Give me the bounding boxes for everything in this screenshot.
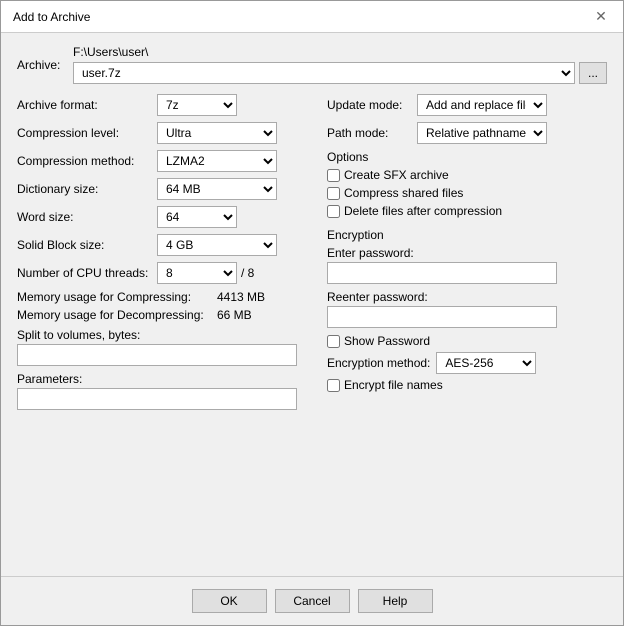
reenter-password-label: Reenter password: xyxy=(327,290,607,304)
reenter-password-input[interactable] xyxy=(327,306,557,328)
create-sfx-checkbox[interactable] xyxy=(327,169,340,182)
params-section: Parameters: xyxy=(17,372,317,410)
encrypt-names-checkbox[interactable] xyxy=(327,379,340,392)
word-size-select[interactable]: 64 xyxy=(157,206,237,228)
update-mode-label: Update mode: xyxy=(327,98,417,112)
options-title: Options xyxy=(327,150,607,164)
encryption-section: Encryption Enter password: Reenter passw… xyxy=(327,228,607,392)
compression-level-row: Compression level: Ultra xyxy=(17,122,317,144)
delete-after-row: Delete files after compression xyxy=(327,204,607,218)
encryption-method-label: Encryption method: xyxy=(327,356,430,370)
cancel-button[interactable]: Cancel xyxy=(275,589,350,613)
dialog-content: Archive: F:\Users\user\ user.7z ... Arch… xyxy=(1,33,623,576)
memory-compress-value: 4413 MB xyxy=(217,290,265,304)
archive-filename-select[interactable]: user.7z xyxy=(73,62,575,84)
compression-method-label: Compression method: xyxy=(17,154,157,168)
compress-shared-checkbox[interactable] xyxy=(327,187,340,200)
path-mode-label: Path mode: xyxy=(327,126,417,140)
update-mode-row: Update mode: Add and replace files xyxy=(327,94,607,116)
encrypt-names-row: Encrypt file names xyxy=(327,378,607,392)
show-password-checkbox[interactable] xyxy=(327,335,340,348)
enter-password-label: Enter password: xyxy=(327,246,607,260)
solid-block-row: Solid Block size: 4 GB xyxy=(17,234,317,256)
path-mode-select[interactable]: Relative pathnames xyxy=(417,122,547,144)
archive-label: Archive: xyxy=(17,58,67,72)
encryption-method-row: Encryption method: AES-256 xyxy=(327,352,607,374)
cpu-of-label: / 8 xyxy=(241,266,254,280)
update-mode-select[interactable]: Add and replace files xyxy=(417,94,547,116)
path-mode-row: Path mode: Relative pathnames xyxy=(327,122,607,144)
enter-password-input[interactable] xyxy=(327,262,557,284)
show-password-label: Show Password xyxy=(344,334,430,348)
params-input[interactable] xyxy=(17,388,297,410)
options-section: Options Create SFX archive Compress shar… xyxy=(327,150,607,218)
memory-decompress-label: Memory usage for Decompressing: xyxy=(17,308,217,322)
dialog-title: Add to Archive xyxy=(13,10,90,24)
memory-compress-row: Memory usage for Compressing: 4413 MB xyxy=(17,290,317,304)
compress-shared-label: Compress shared files xyxy=(344,186,463,200)
compression-level-select[interactable]: Ultra xyxy=(157,122,277,144)
cpu-threads-row: Number of CPU threads: 8 / 8 xyxy=(17,262,317,284)
archive-format-select[interactable]: 7z xyxy=(157,94,237,116)
compression-method-select[interactable]: LZMA2 xyxy=(157,150,277,172)
cpu-threads-select[interactable]: 8 xyxy=(157,262,237,284)
dictionary-size-label: Dictionary size: xyxy=(17,182,157,196)
compression-method-row: Compression method: LZMA2 xyxy=(17,150,317,172)
params-label: Parameters: xyxy=(17,372,317,386)
archive-format-row: Archive format: 7z xyxy=(17,94,317,116)
create-sfx-row: Create SFX archive xyxy=(327,168,607,182)
memory-decompress-row: Memory usage for Decompressing: 66 MB xyxy=(17,308,317,322)
show-password-row: Show Password xyxy=(327,334,607,348)
browse-button[interactable]: ... xyxy=(579,62,607,84)
split-section: Split to volumes, bytes: xyxy=(17,328,317,366)
word-size-label: Word size: xyxy=(17,210,157,224)
close-button[interactable]: ✕ xyxy=(591,7,611,27)
title-bar: Add to Archive ✕ xyxy=(1,1,623,33)
archive-row: Archive: F:\Users\user\ user.7z ... xyxy=(17,45,607,84)
compress-shared-row: Compress shared files xyxy=(327,186,607,200)
cpu-threads-label: Number of CPU threads: xyxy=(17,266,157,280)
left-column: Archive format: 7z Compression level: Ul… xyxy=(17,94,317,410)
delete-after-label: Delete files after compression xyxy=(344,204,502,218)
archive-select-row: user.7z ... xyxy=(73,62,607,84)
split-input[interactable] xyxy=(17,344,297,366)
delete-after-checkbox[interactable] xyxy=(327,205,340,218)
dialog: Add to Archive ✕ Archive: F:\Users\user\… xyxy=(0,0,624,626)
solid-block-label: Solid Block size: xyxy=(17,238,157,252)
compression-level-label: Compression level: xyxy=(17,126,157,140)
word-size-row: Word size: 64 xyxy=(17,206,317,228)
solid-block-select[interactable]: 4 GB xyxy=(157,234,277,256)
archive-path-text: F:\Users\user\ xyxy=(73,45,607,59)
main-columns: Archive format: 7z Compression level: Ul… xyxy=(17,94,607,410)
split-label: Split to volumes, bytes: xyxy=(17,328,317,342)
dictionary-size-select[interactable]: 64 MB xyxy=(157,178,277,200)
help-button[interactable]: Help xyxy=(358,589,433,613)
button-bar: OK Cancel Help xyxy=(1,576,623,625)
memory-decompress-value: 66 MB xyxy=(217,308,252,322)
encryption-title: Encryption xyxy=(327,228,607,242)
encrypt-names-label: Encrypt file names xyxy=(344,378,443,392)
ok-button[interactable]: OK xyxy=(192,589,267,613)
create-sfx-label: Create SFX archive xyxy=(344,168,449,182)
right-column: Update mode: Add and replace files Path … xyxy=(327,94,607,410)
memory-compress-label: Memory usage for Compressing: xyxy=(17,290,217,304)
cpu-row: 8 / 8 xyxy=(157,262,254,284)
dictionary-size-row: Dictionary size: 64 MB xyxy=(17,178,317,200)
encryption-method-select[interactable]: AES-256 xyxy=(436,352,536,374)
archive-format-label: Archive format: xyxy=(17,98,157,112)
archive-path-container: F:\Users\user\ user.7z ... xyxy=(73,45,607,84)
